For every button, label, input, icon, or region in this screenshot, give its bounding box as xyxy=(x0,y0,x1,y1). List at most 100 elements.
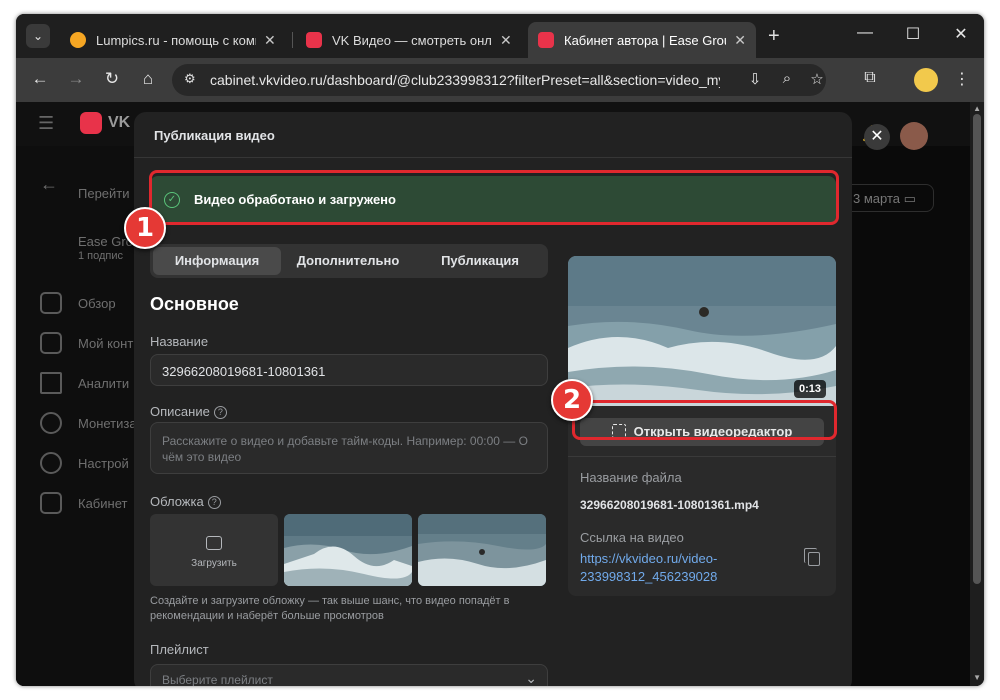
channel-name: Ease Gro xyxy=(78,234,133,249)
description-label-text: Описание xyxy=(150,404,210,419)
filename-value: 32966208019681-10801361.mp4 xyxy=(580,498,759,512)
monetization-icon xyxy=(40,412,62,434)
sidebar-item-overview[interactable]: Обзор xyxy=(78,296,116,311)
playlist-select[interactable]: Выберите плейлист ⌄ xyxy=(150,664,548,686)
highlight-editor-button xyxy=(572,400,837,440)
video-duration: 0:13 xyxy=(794,380,827,398)
tab-additional[interactable]: Дополнительно xyxy=(284,247,412,275)
back-arrow-icon[interactable]: ← xyxy=(40,174,58,195)
tab-separator xyxy=(292,32,293,48)
home-icon[interactable]: ⌂ xyxy=(136,69,160,89)
cover-thumbnail[interactable] xyxy=(418,514,546,586)
sidebar-back-link[interactable]: Перейти xyxy=(78,186,130,201)
cover-hint: Создайте и загрузите обложку — так выше … xyxy=(150,595,510,622)
description-input[interactable]: Расскажите о видео и добавьте тайм-коды.… xyxy=(150,422,548,474)
analytics-icon xyxy=(40,372,62,394)
annotation-badge-2: 2 xyxy=(551,379,593,421)
lumpics-favicon-icon xyxy=(70,32,86,48)
content-icon xyxy=(40,332,62,354)
extensions-icon[interactable]: ⧉ xyxy=(858,69,882,87)
tab-strip: ⌄ Lumpics.ru - помощь с компь ✕ VK Видео… xyxy=(16,14,984,58)
filename-label: Название файла xyxy=(580,470,682,485)
browser-menu-icon[interactable]: ⋮ xyxy=(950,69,974,89)
bookmark-star-icon[interactable]: ☆ xyxy=(806,70,828,88)
video-link[interactable]: https://vkvideo.ru/video-233998312_45623… xyxy=(580,550,770,586)
address-bar[interactable]: ⚙ cabinet.vkvideo.ru/dashboard/@club2339… xyxy=(172,64,826,96)
vk-video-favicon-icon xyxy=(538,32,554,48)
cover-label-text: Обложка xyxy=(150,494,204,509)
sidebar-item-settings[interactable]: Настрой xyxy=(78,456,129,471)
copy-icon[interactable] xyxy=(804,548,820,566)
back-icon[interactable]: ← xyxy=(28,69,52,89)
chevron-down-icon: ⌄ xyxy=(32,29,44,43)
close-window-icon[interactable]: ✕ xyxy=(946,24,976,44)
help-icon[interactable]: ? xyxy=(213,406,227,420)
zoom-icon[interactable]: ⌕ xyxy=(776,70,798,87)
forward-icon[interactable]: → xyxy=(64,69,88,89)
upload-cover-button[interactable]: Загрузить xyxy=(150,514,278,586)
tab-author-cabinet[interactable]: Кабинет автора | Ease Group ✕ xyxy=(528,22,756,58)
video-preview[interactable]: 0:13 xyxy=(568,256,836,406)
tab-search-button[interactable]: ⌄ xyxy=(26,24,50,48)
vk-video-favicon-icon xyxy=(306,32,322,48)
subscriber-count: 1 подпис xyxy=(78,250,124,262)
site-info-icon[interactable]: ⚙ xyxy=(184,71,202,89)
close-tab-icon[interactable]: ✕ xyxy=(500,32,512,49)
annotation-badge-1: 1 xyxy=(124,207,166,249)
date-text: 3 марта xyxy=(853,191,900,206)
description-label: Описание? xyxy=(150,404,227,420)
help-icon[interactable]: ? xyxy=(207,496,221,510)
logo-text: VK xyxy=(108,114,131,131)
sidebar-item-content[interactable]: Мой конт xyxy=(78,336,133,351)
dialog-tabs: Информация Дополнительно Публикация xyxy=(150,244,548,278)
upload-cover-label: Загрузить xyxy=(191,558,237,569)
video-name-input[interactable]: 32966208019681-10801361 xyxy=(150,354,548,386)
reload-icon[interactable]: ↻ xyxy=(100,69,124,89)
close-tab-icon[interactable]: ✕ xyxy=(264,32,276,49)
overview-icon xyxy=(40,292,62,314)
cover-thumbnail[interactable] xyxy=(284,514,412,586)
url-text[interactable]: cabinet.vkvideo.ru/dashboard/@club233998… xyxy=(210,72,720,88)
sea-thumbnail-1 xyxy=(284,514,412,586)
scrollbar-thumb[interactable] xyxy=(973,114,981,584)
image-icon xyxy=(206,536,222,550)
new-tab-icon[interactable]: + xyxy=(768,25,780,48)
tab-title: Кабинет автора | Ease Group xyxy=(564,32,727,48)
tab-information[interactable]: Информация xyxy=(153,247,281,275)
extension-avatar-icon[interactable] xyxy=(914,68,938,92)
highlight-status-banner xyxy=(149,170,839,225)
tab-lumpics[interactable]: Lumpics.ru - помощь с компь ✕ xyxy=(60,22,286,58)
scroll-down-icon[interactable]: ▼ xyxy=(973,673,981,682)
tab-vk-video[interactable]: VK Видео — смотреть онлайн ✕ xyxy=(296,22,522,58)
playlist-placeholder: Выберите плейлист xyxy=(162,673,273,686)
cover-label: Обложка? xyxy=(150,494,221,510)
scrollbar[interactable]: ▲ ▼ xyxy=(970,102,984,686)
dialog-title: Публикация видео xyxy=(154,128,275,143)
tab-title: VK Видео — смотреть онлайн xyxy=(332,32,492,48)
sea-thumbnail-2 xyxy=(418,514,546,586)
close-dialog-button[interactable]: ✕ xyxy=(864,124,890,150)
menu-icon[interactable]: ☰ xyxy=(38,113,54,134)
sidebar-item-cabinet[interactable]: Кабинет xyxy=(78,496,127,511)
install-app-icon[interactable]: ⇩ xyxy=(744,70,766,88)
settings-gear-icon xyxy=(40,452,62,474)
tab-title: Lumpics.ru - помощь с компь xyxy=(96,32,256,48)
video-link-label: Ссылка на видео xyxy=(580,530,684,545)
name-label: Название xyxy=(150,334,209,349)
date-filter[interactable]: 3 марта ▭ xyxy=(838,184,934,212)
close-tab-icon[interactable]: ✕ xyxy=(734,32,746,49)
playlist-label: Плейлист xyxy=(150,642,209,657)
wallet-icon xyxy=(40,492,62,514)
minimize-icon[interactable]: — xyxy=(850,24,880,42)
avatar[interactable] xyxy=(900,122,928,150)
section-title: Основное xyxy=(150,294,239,314)
sidebar-item-monetization[interactable]: Монетиза xyxy=(78,416,137,431)
maximize-icon[interactable]: ☐ xyxy=(898,24,928,44)
browser-toolbar: ← → ↻ ⌂ ⚙ cabinet.vkvideo.ru/dashboard/@… xyxy=(16,58,984,102)
calendar-icon: ▭ xyxy=(903,191,916,206)
tab-publication[interactable]: Публикация xyxy=(415,247,545,275)
vk-logo-icon xyxy=(80,112,102,134)
scroll-up-icon[interactable]: ▲ xyxy=(973,104,981,113)
dialog-header: Публикация видео xyxy=(134,112,852,158)
sidebar-item-analytics[interactable]: Аналити xyxy=(78,376,129,391)
